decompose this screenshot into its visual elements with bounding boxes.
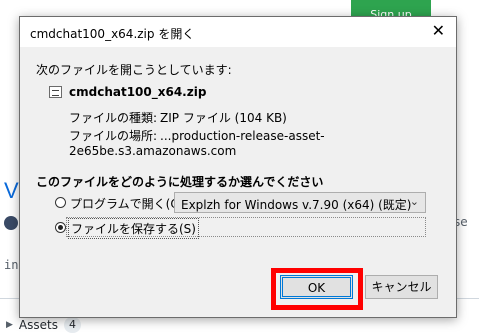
close-icon[interactable]: ✕ (432, 22, 445, 40)
save-file-label[interactable]: ファイルを保存する(S) (68, 218, 199, 239)
assets-toggle[interactable]: ▶ Assets 4 (6, 317, 81, 333)
assets-label: Assets (18, 318, 58, 332)
open-file-dialog: cmdchat100_x64.zip を開く ✕ 次のファイルを開こうとしていま… (19, 16, 457, 318)
program-select[interactable]: Explzh for Windows v.7.90 (x64) (既定) ⌄ (174, 192, 426, 213)
file-type-label: ファイルの種類: (69, 111, 158, 125)
program-select-value: Explzh for Windows v.7.90 (x64) (既定) (181, 198, 412, 212)
file-type-row: ファイルの種類: ZIP ファイル (104 KB) (69, 109, 287, 126)
dialog-titlebar: cmdchat100_x64.zip を開く ✕ (20, 17, 456, 47)
file-name: cmdchat100_x64.zip (69, 85, 207, 99)
avatar (4, 216, 18, 230)
cancel-button[interactable]: キャンセル (365, 275, 438, 299)
dialog-title: cmdchat100_x64.zip を開く (30, 27, 195, 41)
chevron-down-icon: ⌄ (409, 195, 419, 208)
file-source-label: ファイルの場所: (69, 129, 158, 143)
file-type-value: ZIP ファイル (104 KB) (160, 111, 287, 125)
open-with-label[interactable]: プログラムで開く(O): (70, 195, 189, 212)
ok-highlight-box (271, 268, 363, 310)
action-question: このファイルをどのように処理するか選んでください (36, 175, 324, 189)
page-heading-fragment: V (4, 178, 19, 203)
assets-count-badge: 4 (63, 317, 81, 333)
save-file-radio[interactable] (55, 222, 66, 233)
open-with-radio[interactable] (55, 197, 66, 208)
file-source-row: ファイルの場所: ...production-release-asset-2e65… (69, 127, 456, 158)
dialog-prompt: 次のファイルを開こうとしています: (36, 63, 232, 77)
zip-file-icon (49, 86, 62, 98)
caret-right-icon: ▶ (6, 320, 13, 330)
